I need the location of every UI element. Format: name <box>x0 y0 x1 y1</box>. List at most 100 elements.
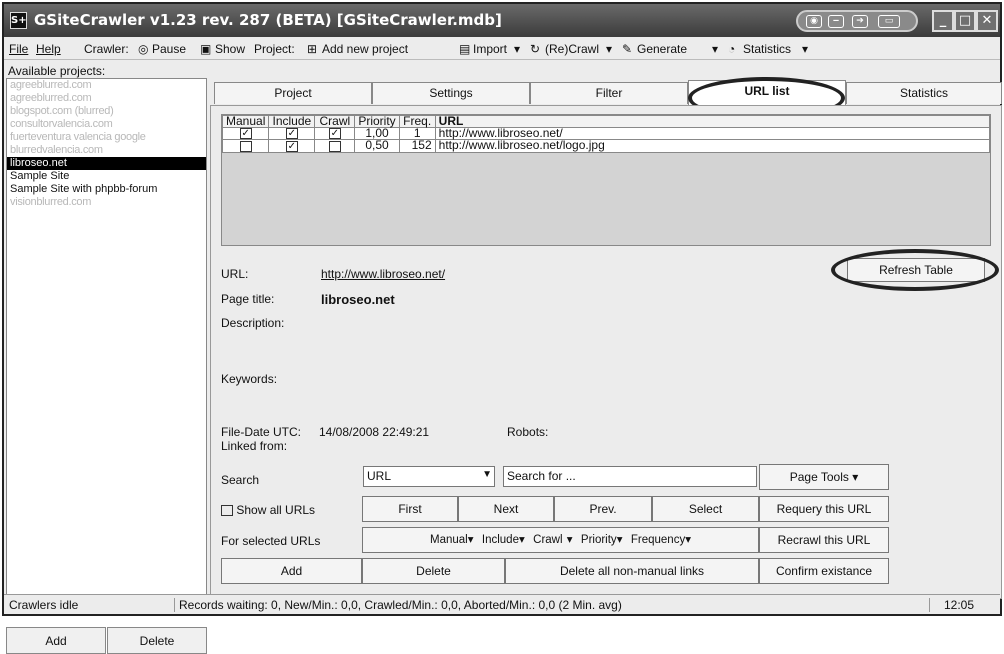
minus-icon[interactable]: ‒ <box>828 15 844 28</box>
manual-checkbox[interactable]: ✓ <box>239 128 252 140</box>
url-cell[interactable]: http://www.libroseo.net/logo.jpg <box>434 139 991 153</box>
show-all-label: Show all URLs <box>236 503 316 517</box>
menu-help[interactable]: Help <box>36 42 61 56</box>
search-field-value: URL <box>367 469 392 483</box>
include-checkbox[interactable]: ✓ <box>285 128 298 140</box>
crawler-label: Crawler: <box>84 42 129 56</box>
for-selected-label: For selected URLs <box>221 534 321 548</box>
minimize-button[interactable]: _ <box>932 10 954 32</box>
maximize-button[interactable]: □ <box>954 10 976 32</box>
search-input[interactable]: Search for ... <box>503 466 757 487</box>
select-button[interactable]: Select <box>652 496 759 522</box>
first-button[interactable]: First <box>362 496 458 522</box>
show-button[interactable]: Show <box>215 42 245 56</box>
url-label: URL: <box>221 267 249 281</box>
search-label: Search <box>221 473 260 487</box>
generate-button[interactable]: Generate <box>637 42 687 56</box>
main-area: Project Settings Filter URL list Statist… <box>210 62 1002 601</box>
manual-dropdown[interactable]: Manual <box>430 534 468 546</box>
search-field-select[interactable]: URL ▼ <box>363 466 495 487</box>
pause-button[interactable]: Pause <box>152 42 186 56</box>
project-item[interactable]: Sample Site with phpbb-forum <box>7 183 206 196</box>
close-button[interactable]: ✕ <box>976 10 998 32</box>
tab-url-list[interactable]: URL list <box>688 80 846 105</box>
col-crawl[interactable]: Crawl <box>314 115 356 128</box>
project-list[interactable]: agreeblurred.com agreeblurred.com blogsp… <box>6 78 207 596</box>
refresh-table-button[interactable]: Refresh Table <box>847 258 985 282</box>
menu-file[interactable]: File <box>9 42 28 56</box>
statistics-icon: ◔ <box>728 42 736 56</box>
keywords-label: Keywords: <box>221 372 278 386</box>
projects-sidebar: Available projects: agreeblurred.com agr… <box>6 62 207 654</box>
window-icon[interactable]: ▭ <box>878 15 900 28</box>
project-label: Project: <box>254 42 295 56</box>
include-checkbox[interactable]: ✓ <box>285 140 298 152</box>
project-item[interactable]: fuerteventura valencia google <box>7 131 206 144</box>
tab-settings[interactable]: Settings <box>372 82 530 104</box>
delete-non-manual-button[interactable]: Delete all non-manual links <box>505 558 759 584</box>
tab-filter[interactable]: Filter <box>530 82 688 104</box>
project-item[interactable]: Sample Site <box>7 170 206 183</box>
priority-dropdown[interactable]: Priority <box>581 534 617 546</box>
prev-button[interactable]: Prev. <box>554 496 652 522</box>
manual-checkbox[interactable] <box>239 140 252 152</box>
recrawl-url-button[interactable]: Recrawl this URL <box>759 527 889 553</box>
checkbox-box[interactable] <box>221 505 233 517</box>
project-item[interactable]: agreeblurred.com <box>7 92 206 105</box>
import-icon: ▤ <box>459 42 471 56</box>
project-item[interactable]: agreeblurred.com <box>7 79 206 92</box>
status-bar: Crawlers idle Records waiting: 0, New/Mi… <box>4 594 1000 614</box>
title-extra-buttons[interactable]: ◉ ‒ ➔ ▭ <box>796 10 918 32</box>
crawl-dropdown[interactable]: Crawl <box>533 534 562 546</box>
arrow-right-icon[interactable]: ➔ <box>852 15 868 28</box>
add-url-button[interactable]: Add <box>221 558 362 584</box>
show-all-urls-checkbox[interactable]: Show all URLs <box>221 503 315 517</box>
table-row[interactable]: ✓ ✓ ✓ 1,00 1 http://www.libroseo.net/ <box>221 126 991 141</box>
robots-label: Robots: <box>507 425 549 439</box>
delete-url-button[interactable]: Delete <box>362 558 505 584</box>
menu-bar: File Help Crawler: ◎ Pause ▣ Show Projec… <box>4 37 1000 60</box>
file-date-label: File-Date UTC: <box>221 425 302 439</box>
window-title: GSiteCrawler v1.23 rev. 287 (BETA) [GSit… <box>34 11 502 29</box>
project-item[interactable]: visionblurred.com <box>7 196 206 209</box>
col-manual[interactable]: Manual <box>221 115 270 128</box>
project-item[interactable]: blurredvalencia.com <box>7 144 206 157</box>
confirm-existance-button[interactable]: Confirm existance <box>759 558 889 584</box>
recrawl-icon: ↻ <box>530 42 541 56</box>
col-include[interactable]: Include <box>268 115 316 128</box>
add-project-icon: ⊞ <box>307 42 318 56</box>
selected-urls-menu: Manual▾ Include▾ Crawl ▾ Priority▾ Frequ… <box>362 527 759 553</box>
tab-project[interactable]: Project <box>214 82 372 104</box>
page-title-label: Page title: <box>221 292 275 306</box>
description-label: Description: <box>221 316 285 330</box>
add-project-button[interactable]: Add <box>6 627 106 654</box>
include-dropdown[interactable]: Include <box>482 534 519 546</box>
crawl-checkbox[interactable]: ✓ <box>328 128 341 140</box>
url-list-panel: Manual Include Crawl Priority Freq. URL … <box>210 105 1002 599</box>
app-window: S+ GSiteCrawler v1.23 rev. 287 (BETA) [G… <box>2 2 1002 654</box>
delete-project-button[interactable]: Delete <box>107 627 207 654</box>
tab-statistics[interactable]: Statistics <box>846 82 1002 104</box>
next-button[interactable]: Next <box>458 496 554 522</box>
url-link[interactable]: http://www.libroseo.net/ <box>321 267 445 281</box>
page-title-value: libroseo.net <box>321 292 395 307</box>
import-button[interactable]: Import <box>473 42 507 56</box>
show-icon: ▣ <box>200 42 212 56</box>
requery-url-button[interactable]: Requery this URL <box>759 496 889 522</box>
crawl-checkbox[interactable] <box>328 140 341 152</box>
table-row[interactable]: ✓ 0,50 152 http://www.libroseo.net/logo.… <box>221 139 991 153</box>
page-tools-button[interactable]: Page Tools ▾ <box>759 464 889 490</box>
add-new-project-button[interactable]: Add new project <box>322 42 408 56</box>
eye-icon[interactable]: ◉ <box>806 15 822 28</box>
project-item[interactable]: blogspot.com (blurred) <box>7 105 206 118</box>
project-item-selected[interactable]: libroseo.net <box>7 157 206 170</box>
recrawl-dropdown-icon: ▾ <box>606 42 613 56</box>
page-tools-label: Page Tools <box>789 470 849 484</box>
recrawl-button[interactable]: (Re)Crawl <box>545 42 599 56</box>
freq-cell[interactable]: 152 <box>398 139 436 153</box>
frequency-dropdown[interactable]: Frequency <box>631 534 685 546</box>
project-item[interactable]: consultorvalencia.com <box>7 118 206 131</box>
priority-cell[interactable]: 0,50 <box>354 139 400 153</box>
statistics-button[interactable]: Statistics <box>743 42 791 56</box>
url-grid[interactable]: Manual Include Crawl Priority Freq. URL … <box>221 114 991 246</box>
